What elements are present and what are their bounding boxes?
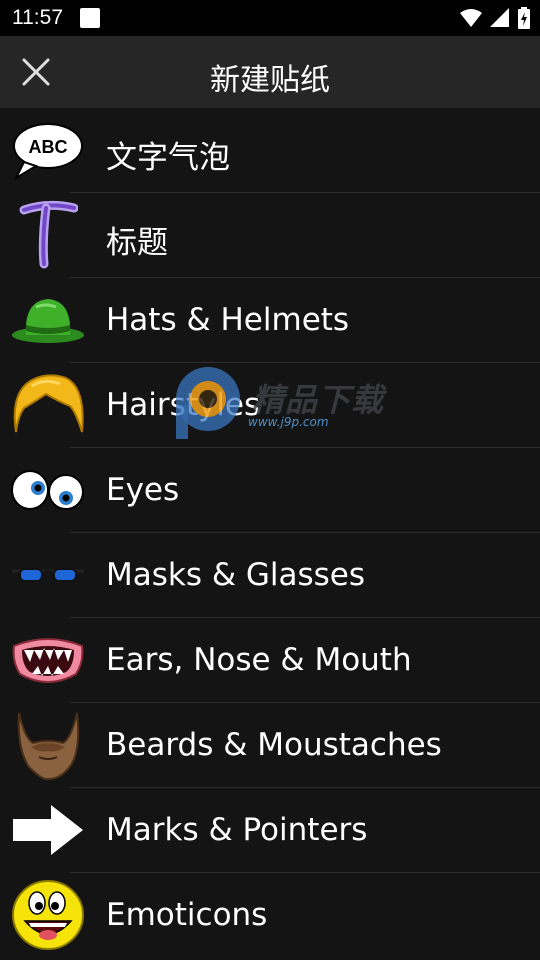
list-item-label: Marks & Pointers bbox=[106, 812, 368, 848]
list-item-label: 文字气泡 bbox=[106, 140, 230, 176]
blond-hair-icon bbox=[10, 369, 86, 441]
list-item-label: Emoticons bbox=[106, 897, 268, 933]
status-icons bbox=[460, 6, 530, 30]
sticker-category-list: ABC 文字气泡 标题 Hats & Helmets Hairstyles Ey… bbox=[0, 108, 540, 958]
list-item-beards-moustaches[interactable]: Beards & Moustaches bbox=[0, 703, 540, 788]
list-item-title[interactable]: 标题 bbox=[0, 193, 540, 278]
list-item-label: Hairstyles bbox=[106, 387, 261, 423]
list-item-ears-nose-mouth[interactable]: Ears, Nose & Mouth bbox=[0, 618, 540, 703]
list-item-label: Masks & Glasses bbox=[106, 557, 366, 593]
list-item-eyes[interactable]: Eyes bbox=[0, 448, 540, 533]
list-item-emoticons[interactable]: Emoticons bbox=[0, 873, 540, 958]
list-item-hats-helmets[interactable]: Hats & Helmets bbox=[0, 278, 540, 363]
list-item-speech-bubble[interactable]: ABC 文字气泡 bbox=[0, 108, 540, 193]
green-hat-icon bbox=[10, 284, 86, 356]
list-item-label: Eyes bbox=[106, 472, 180, 508]
svg-text:ABC: ABC bbox=[29, 137, 68, 157]
list-item-label: Hats & Helmets bbox=[106, 302, 350, 338]
list-item-label: Beards & Moustaches bbox=[106, 727, 442, 763]
battery-icon bbox=[518, 7, 530, 29]
list-item-label: 标题 bbox=[106, 225, 168, 261]
status-time: 11:57 bbox=[12, 6, 63, 29]
speech-bubble-icon: ABC bbox=[10, 114, 86, 186]
notification-icon bbox=[80, 8, 100, 28]
status-bar: 11:57 bbox=[0, 0, 540, 36]
cartoon-eyes-icon bbox=[10, 454, 86, 526]
list-item-marks-pointers[interactable]: Marks & Pointers bbox=[0, 788, 540, 873]
monster-mouth-icon bbox=[10, 624, 86, 696]
brown-beard-icon bbox=[10, 709, 86, 781]
app-bar: 新建贴纸 bbox=[0, 36, 540, 108]
list-item-label: Ears, Nose & Mouth bbox=[106, 642, 412, 678]
page-title: 新建贴纸 bbox=[210, 63, 330, 98]
list-item-hairstyles[interactable]: Hairstyles bbox=[0, 363, 540, 448]
wifi-icon bbox=[460, 9, 482, 27]
cellular-signal-icon bbox=[490, 8, 509, 27]
list-item-masks-glasses[interactable]: Masks & Glasses bbox=[0, 533, 540, 618]
smiley-face-icon bbox=[10, 879, 86, 951]
title-t-icon bbox=[10, 199, 86, 271]
blue-glasses-icon bbox=[10, 539, 86, 611]
white-arrow-icon bbox=[10, 794, 86, 866]
